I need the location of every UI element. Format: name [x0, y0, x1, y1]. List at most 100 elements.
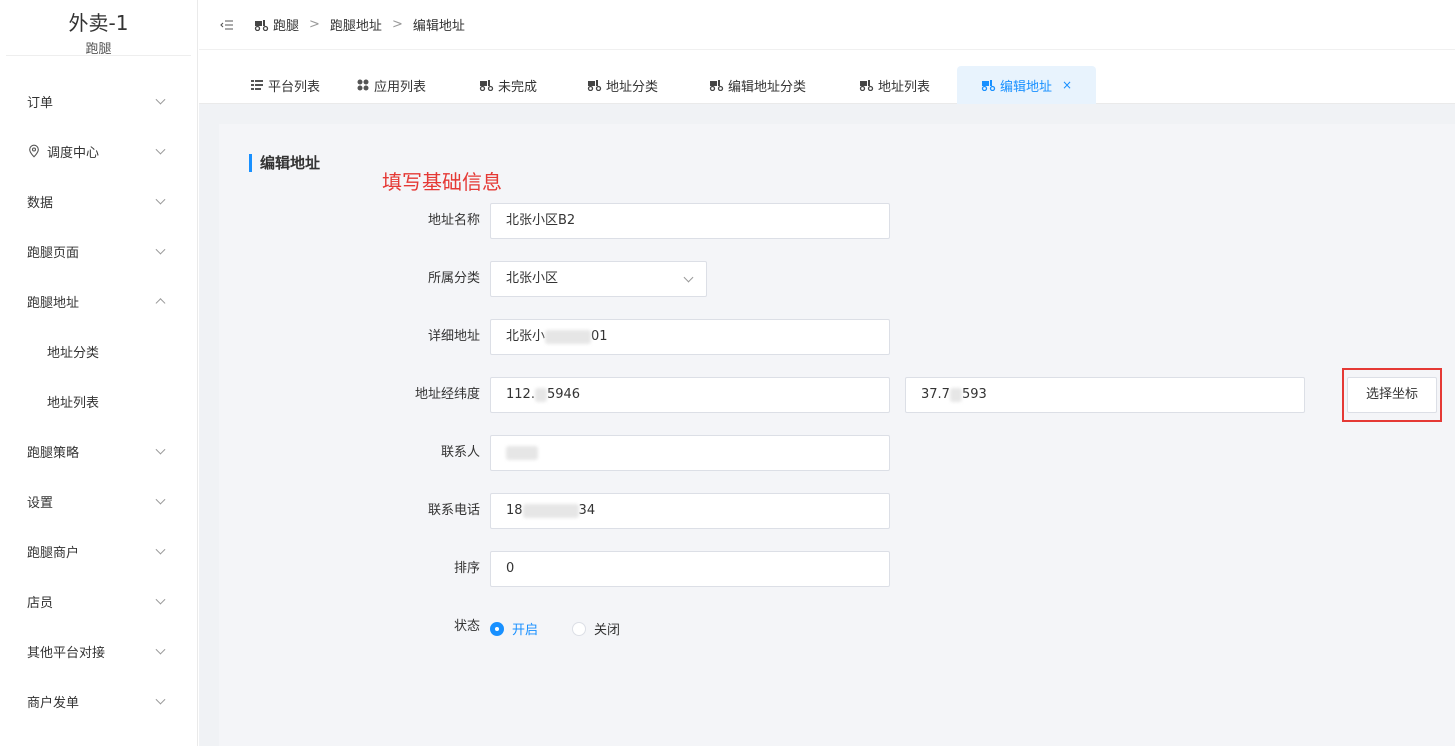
chevron-down-icon — [155, 644, 166, 655]
sidebar-item-data[interactable]: 数据 — [0, 176, 198, 226]
top-header: 跑腿 > 跑腿地址 > 编辑地址 — [199, 0, 1455, 50]
select-value: 北张小区 — [506, 271, 559, 286]
sidebar-item-platforms[interactable]: 其他平台对接 — [0, 626, 198, 676]
chevron-down-icon — [155, 594, 166, 605]
sidebar-item-addresses[interactable]: 跑腿地址 — [0, 276, 198, 326]
form-row-contact: 联系人 — [219, 435, 1454, 471]
list-icon — [251, 80, 263, 90]
tab-address-list[interactable]: 地址列表 — [859, 66, 930, 104]
chevron-up-icon — [155, 298, 166, 309]
longitude-input[interactable]: 112. 5946 — [490, 377, 890, 413]
sidebar-item-label: 地址分类 — [47, 345, 100, 361]
redaction-blur — [534, 387, 547, 402]
sidebar-item-address-category[interactable]: 地址分类 — [0, 326, 198, 376]
form-label: 联系人 — [440, 445, 480, 460]
close-icon[interactable]: × — [1062, 78, 1072, 92]
sidebar-item-label: 店员 — [27, 595, 54, 611]
tab-label: 应用列表 — [374, 79, 427, 95]
scooter-icon — [587, 80, 602, 91]
sidebar-item-clerks[interactable]: 店员 — [0, 576, 198, 626]
tab-edit-address-category[interactable]: 编辑地址分类 — [709, 66, 806, 104]
breadcrumb-item: 编辑地址 — [412, 19, 465, 34]
form-label: 联系电话 — [427, 503, 480, 518]
redaction-blur — [545, 329, 592, 344]
tab-platform-list[interactable]: 平台列表 — [251, 66, 320, 104]
form-label: 排序 — [453, 561, 480, 576]
address-name-input[interactable]: 北张小区B2 — [490, 203, 890, 239]
tab-address-category[interactable]: 地址分类 — [587, 66, 658, 104]
breadcrumb-item[interactable]: 跑腿地址 — [330, 15, 382, 34]
tab-label: 平台列表 — [268, 79, 321, 95]
chevron-down-icon — [155, 444, 166, 455]
form-label: 地址名称 — [427, 213, 480, 228]
sidebar-item-label: 商户发单 — [27, 695, 80, 711]
scooter-icon — [709, 80, 724, 91]
form-row-detail: 详细地址 北张小 01 — [219, 319, 1454, 355]
location-pin-icon — [29, 144, 39, 158]
input-value-prefix: 北张小 — [506, 329, 546, 344]
category-select[interactable]: 北张小区 — [490, 261, 707, 297]
redaction-blur — [522, 503, 579, 518]
input-value-prefix: 18 — [506, 503, 523, 518]
sidebar-item-label: 跑腿页面 — [27, 245, 80, 261]
sidebar-item-orders[interactable]: 订单 — [0, 76, 198, 126]
sidebar-item-pages[interactable]: 跑腿页面 — [0, 226, 198, 276]
brand-subtitle: 跑腿 — [85, 42, 112, 57]
form-row-phone: 联系电话 18 34 — [219, 493, 1454, 529]
tab-label: 编辑地址 — [1000, 79, 1053, 95]
sidebar-item-merchants[interactable]: 跑腿商户 — [0, 526, 198, 576]
tab-bar: 平台列表 应用列表 未完成 地址分类 编辑地址分类 地址列表 编辑地址 × — [199, 66, 1455, 104]
detail-address-input[interactable]: 北张小 01 — [490, 319, 890, 355]
input-value-prefix: 112. — [506, 387, 535, 402]
input-value-suffix: 34 — [578, 503, 596, 518]
sidebar-item-label: 设置 — [27, 495, 54, 511]
input-value-suffix: 01 — [591, 329, 608, 344]
sort-input[interactable]: 0 — [490, 551, 890, 587]
sidebar-item-dispatch[interactable]: 调度中心 — [0, 126, 198, 176]
chevron-down-icon — [155, 694, 166, 705]
contact-input[interactable] — [490, 435, 890, 471]
form-label: 地址经纬度 — [414, 387, 480, 402]
radio-label: 关闭 — [594, 623, 621, 638]
sidebar-item-label: 跑腿商户 — [27, 545, 80, 561]
scooter-icon — [859, 80, 874, 91]
radio-checked-icon — [490, 621, 504, 636]
form-row-name: 地址名称 北张小区B2 — [219, 203, 1454, 239]
brand-title: 外卖-1 — [68, 11, 129, 35]
tab-edit-address[interactable]: 编辑地址 × — [957, 66, 1097, 104]
sidebar-item-strategy[interactable]: 跑腿策略 — [0, 426, 198, 476]
chevron-down-icon — [155, 544, 166, 555]
sidebar-item-label: 调度中心 — [47, 145, 100, 161]
select-coords-button[interactable]: 选择坐标 — [1347, 377, 1437, 413]
sidebar-item-label: 订单 — [27, 95, 54, 111]
scooter-icon — [479, 80, 494, 91]
sidebar-item-label: 数据 — [27, 195, 54, 211]
sidebar-item-merchant-orders[interactable]: 商户发单 — [0, 676, 198, 726]
latitude-input[interactable]: 37.7 593 — [905, 377, 1305, 413]
sidebar-item-address-list[interactable]: 地址列表 — [0, 376, 198, 426]
input-value-suffix: 593 — [961, 387, 987, 402]
apps-icon — [357, 79, 369, 91]
status-radio-off[interactable]: 关闭 — [572, 619, 620, 638]
brand: 外卖-1 跑腿 — [6, 0, 191, 57]
scooter-icon — [254, 19, 269, 31]
tab-app-list[interactable]: 应用列表 — [357, 66, 426, 104]
form-label: 所属分类 — [427, 271, 480, 286]
collapse-menu-icon[interactable] — [220, 18, 234, 32]
sidebar-item-label: 地址列表 — [47, 395, 100, 411]
tab-label: 地址列表 — [878, 79, 931, 95]
input-value-prefix: 37.7 — [921, 387, 950, 402]
tab-label: 地址分类 — [606, 79, 659, 95]
sidebar-item-settings[interactable]: 设置 — [0, 476, 198, 526]
breadcrumb-item[interactable]: 跑腿 — [273, 15, 299, 34]
sidebar-item-label: 其他平台对接 — [27, 645, 106, 661]
tab-unfinished[interactable]: 未完成 — [479, 66, 537, 104]
phone-input[interactable]: 18 34 — [490, 493, 890, 529]
section-title: 编辑地址 — [249, 154, 320, 172]
status-radio-on[interactable]: 开启 — [490, 619, 538, 638]
main-content: 编辑地址 填写基础信息 地址名称 北张小区B2 所属分类 北张小区 详细地址 北… — [199, 104, 1455, 746]
radio-label: 开启 — [512, 623, 539, 638]
chevron-down-icon — [155, 194, 166, 205]
form-label: 详细地址 — [427, 329, 480, 344]
form-row-sort: 排序 0 — [219, 551, 1454, 587]
